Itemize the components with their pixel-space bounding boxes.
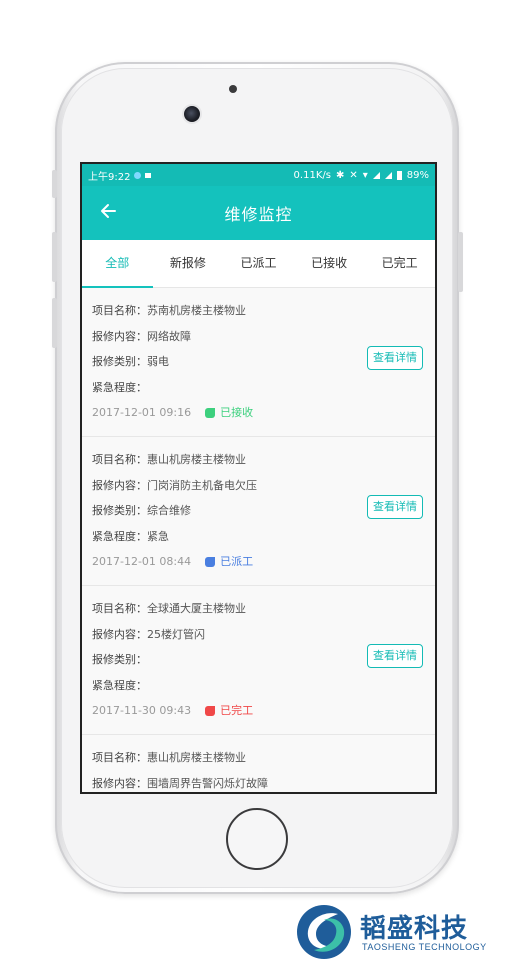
phone-screen: 上午9:22 0.11K/s ✱ ✕ ▾ 89% 维修监控 全部 新报修 已派工… [80, 162, 437, 794]
mute-icon: ✕ [349, 169, 358, 181]
notification-app-icon [145, 172, 152, 178]
content-label: 报修内容： [92, 478, 147, 492]
project-name: 全球通大厦主楼物业 [147, 602, 246, 615]
content-label: 报修内容： [92, 627, 147, 641]
urgency-level: 紧急 [147, 529, 169, 543]
project-label: 项目名称： [92, 602, 147, 615]
status-text: 已接收 [220, 406, 254, 419]
signal-2-icon [384, 171, 392, 179]
view-details-button[interactable]: 查看详情 [367, 346, 423, 370]
repair-content: 围墙周界告警闪烁灯故障 [147, 776, 268, 790]
phone-volume-down [52, 298, 57, 348]
status-tag-icon [205, 408, 216, 418]
phone-side-button [52, 170, 57, 198]
view-details-button[interactable]: 查看详情 [367, 495, 423, 519]
order-time: 2017-12-01 08:44 [92, 555, 192, 568]
status-badge: 已接收 [205, 400, 253, 426]
repair-category: 综合维修 [147, 504, 191, 517]
project-name: 惠山机房楼主楼物业 [147, 453, 246, 466]
content-label: 报修内容： [92, 329, 147, 343]
home-button[interactable] [226, 808, 288, 870]
list-item[interactable]: 项目名称：全球通大厦主楼物业 报修内容：25楼灯管闪 报修类别： 紧急程度： 2… [82, 586, 435, 735]
status-tag-icon [205, 706, 216, 716]
repair-content: 25楼灯管闪 [147, 627, 205, 641]
signal-icon [372, 171, 380, 179]
list-item[interactable]: 项目名称：惠山机房楼主楼物业 报修内容：门岗消防主机备电欠压 报修类别：综合维修… [82, 437, 435, 586]
tab-received[interactable]: 已接收 [294, 240, 365, 287]
repair-content: 网络故障 [147, 329, 191, 343]
filter-tabs: 全部 新报修 已派工 已接收 已完工 [82, 240, 435, 288]
urgency-label: 紧急程度： [92, 380, 147, 394]
urgency-label: 紧急程度： [92, 529, 147, 543]
tab-dispatched[interactable]: 已派工 [223, 240, 294, 287]
tab-completed[interactable]: 已完工 [364, 240, 435, 287]
project-label: 项目名称： [92, 304, 147, 317]
arrow-left-icon[interactable] [98, 201, 118, 226]
network-speed: 0.11K/s [293, 169, 331, 181]
phone-volume-up [52, 232, 57, 282]
bluetooth-icon: ✱ [335, 169, 345, 181]
order-time: 2017-11-30 09:43 [92, 704, 192, 717]
category-label: 报修类别： [92, 653, 147, 666]
front-camera-icon [184, 106, 200, 122]
status-badge: 已完工 [205, 698, 253, 724]
status-text: 已派工 [220, 555, 254, 568]
order-time: 2017-12-01 09:16 [92, 406, 192, 419]
status-bar: 上午9:22 0.11K/s ✱ ✕ ▾ 89% [82, 164, 435, 186]
status-tag-icon [205, 557, 216, 567]
status-badge: 已派工 [205, 549, 253, 575]
page-title: 维修监控 [224, 205, 293, 224]
project-name: 惠山机房楼主楼物业 [147, 751, 246, 764]
category-label: 报修类别： [92, 355, 147, 368]
logo-mark-icon [297, 905, 351, 959]
project-label: 项目名称： [92, 453, 147, 466]
repair-content: 门岗消防主机备电欠压 [147, 478, 257, 492]
view-details-button[interactable]: 查看详情 [367, 644, 423, 668]
battery-icon [396, 170, 402, 180]
app-screen: 上午9:22 0.11K/s ✱ ✕ ▾ 89% 维修监控 全部 新报修 已派工… [82, 164, 435, 792]
status-time: 上午9:22 [88, 171, 131, 183]
order-list: 项目名称：苏南机房楼主楼物业 报修内容：网络故障 报修类别：弱电 紧急程度： 2… [82, 288, 435, 792]
battery-level: 89% [406, 169, 429, 181]
phone-power-button [458, 232, 463, 292]
project-label: 项目名称： [92, 751, 147, 764]
content-label: 报修内容： [92, 776, 147, 790]
company-name-cn: 韬盛科技 [360, 914, 469, 944]
urgency-label: 紧急程度： [92, 678, 147, 692]
list-item[interactable]: 项目名称：苏南机房楼主楼物业 报修内容：网络故障 报修类别：弱电 紧急程度： 2… [82, 288, 435, 437]
notification-icon [134, 171, 142, 179]
wifi-icon: ▾ [362, 169, 368, 181]
company-name-en: TAOSHENG TECHNOLOGY [362, 942, 487, 952]
app-header: 维修监控 [82, 186, 435, 240]
tab-new-request[interactable]: 新报修 [153, 240, 224, 287]
project-name: 苏南机房楼主楼物业 [147, 304, 246, 317]
status-text: 已完工 [220, 704, 254, 717]
tab-all[interactable]: 全部 [82, 240, 153, 287]
repair-category: 弱电 [147, 355, 169, 368]
list-item[interactable]: 项目名称：惠山机房楼主楼物业 报修内容：围墙周界告警闪烁灯故障 [82, 735, 435, 792]
company-logo: 韬盛科技 TAOSHENG TECHNOLOGY [294, 902, 508, 964]
category-label: 报修类别： [92, 504, 147, 517]
speaker-icon [229, 85, 237, 93]
